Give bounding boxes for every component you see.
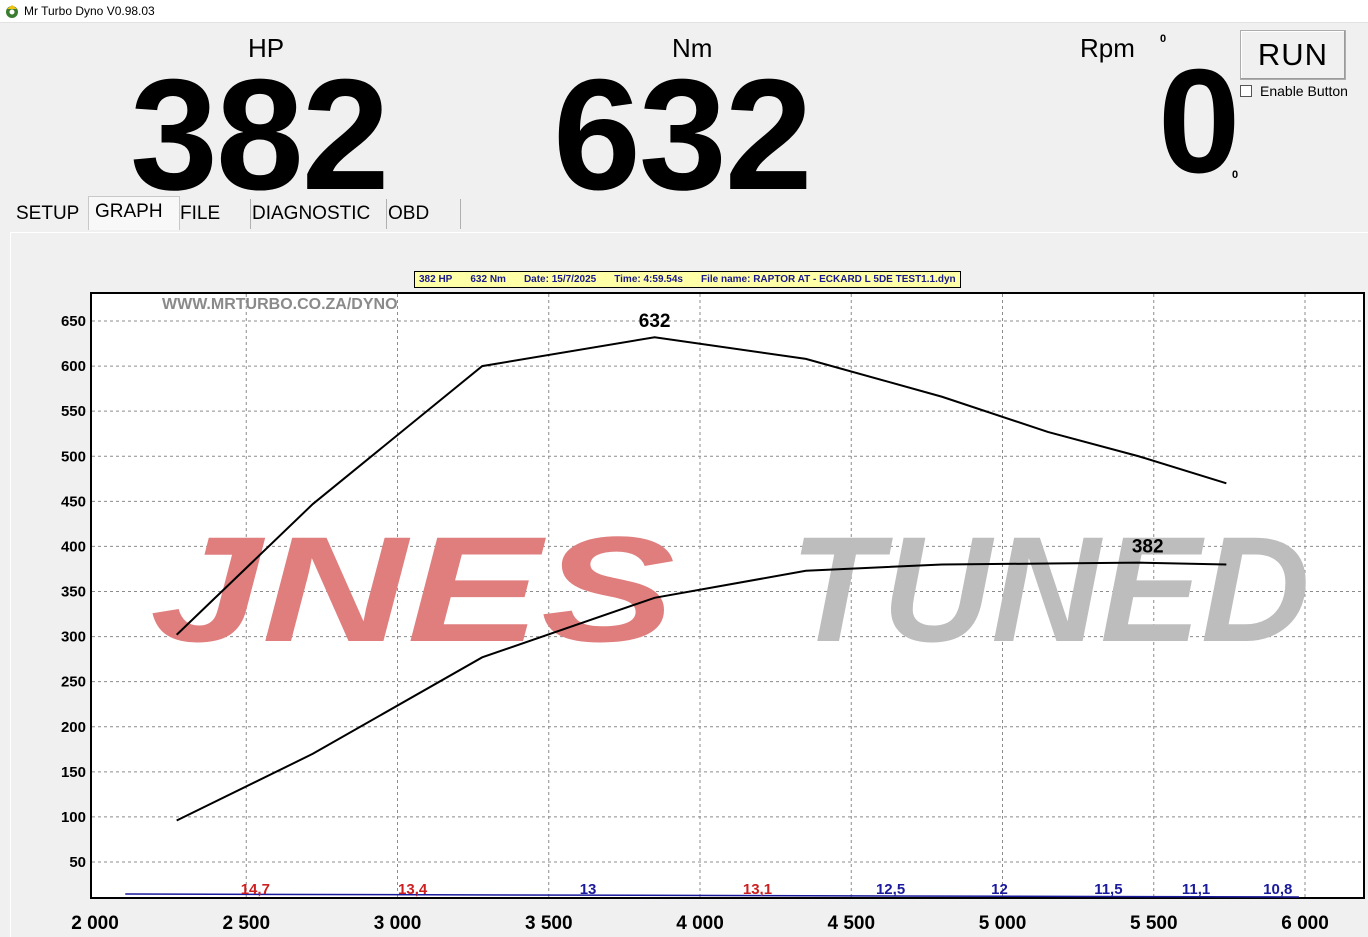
- afr-label: 13,1: [743, 881, 772, 898]
- y-tick-label: 500: [61, 448, 86, 465]
- x-tick-label: 5 500: [1130, 913, 1178, 934]
- peak-label: 632: [639, 311, 671, 332]
- y-tick-label: 250: [61, 674, 86, 691]
- afr-label: 12: [991, 881, 1008, 898]
- y-tick-label: 550: [61, 403, 86, 420]
- y-tick-label: 350: [61, 584, 86, 601]
- y-tick-label: 50: [69, 854, 86, 871]
- afr-label: 11,1: [1182, 881, 1210, 898]
- x-tick-label: 4 000: [676, 913, 724, 934]
- x-tick-label: 5 000: [979, 913, 1027, 934]
- y-tick-label: 100: [61, 809, 86, 826]
- watermark-brand-right: TUNED: [790, 505, 1310, 673]
- afr-label: 14,7: [241, 881, 270, 898]
- watermark-site: WWW.MRTURBO.CO.ZA/DYNO: [162, 296, 398, 313]
- afr-label: 11,5: [1094, 881, 1122, 898]
- dyno-chart: WWW.MRTURBO.CO.ZA/DYNO JNES TUNED 50 100 1…: [61, 292, 1365, 934]
- x-tick-label: 3 000: [374, 913, 422, 934]
- x-axis-ticks: 2 000 2 500 3 000 3 500 4 000 4 500 5 000 5 500…: [71, 913, 1329, 934]
- y-tick-label: 600: [61, 358, 86, 375]
- y-tick-label: 400: [61, 538, 86, 555]
- y-tick-label: 300: [61, 629, 86, 646]
- x-tick-label: 2 000: [71, 913, 119, 934]
- peak-label: 382: [1132, 537, 1164, 558]
- x-tick-label: 3 500: [525, 913, 573, 934]
- watermark-brand-left: JNES: [150, 505, 675, 673]
- y-axis-ticks: 50 100 150 200 250 300 350 400 450 500 550 600 650: [61, 313, 86, 871]
- y-tick-label: 450: [61, 493, 86, 510]
- y-tick-label: 150: [61, 764, 86, 781]
- x-tick-label: 4 500: [827, 913, 875, 934]
- y-tick-label: 650: [61, 313, 86, 330]
- x-tick-label: 6 000: [1281, 913, 1329, 934]
- afr-label: 10,8: [1263, 881, 1292, 898]
- afr-label: 12,5: [876, 881, 905, 898]
- x-tick-label: 2 500: [222, 913, 270, 934]
- y-tick-label: 200: [61, 719, 86, 736]
- afr-label: 13,4: [398, 881, 428, 898]
- afr-label: 13: [580, 881, 597, 898]
